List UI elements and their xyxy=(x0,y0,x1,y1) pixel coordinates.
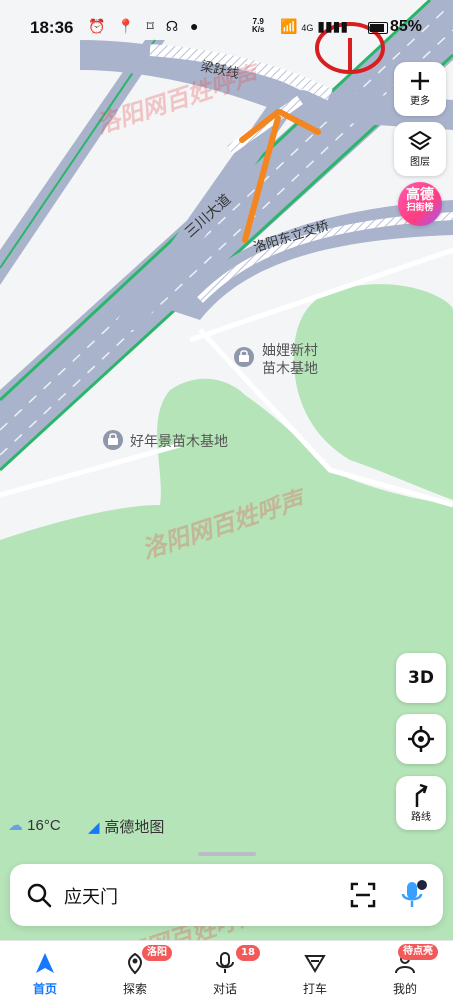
tab-profile[interactable]: 待点亮 我的 xyxy=(360,941,450,1001)
taxi-icon xyxy=(304,955,326,973)
locate-button[interactable] xyxy=(396,714,446,764)
weather-temp: 16°C xyxy=(27,817,61,834)
scan-icon[interactable] xyxy=(350,882,376,908)
search-input[interactable]: 应天门 xyxy=(64,883,118,909)
cloud-icon: ☁ xyxy=(8,817,23,834)
route-arrow-icon xyxy=(415,783,428,807)
svg-text:好年景苗木基地: 好年景苗木基地 xyxy=(130,433,228,450)
status-bar: 18:36 ⏰ 📍 ⌑ ☊ ● 7.9 K/s 📶 4G ▮▮▮▮ 85% xyxy=(0,0,453,56)
3d-toggle-button[interactable]: 3D xyxy=(396,653,446,703)
sheet-drag-handle[interactable] xyxy=(198,852,256,856)
status-notification-icons: ⏰ 📍 ⌑ ☊ ● xyxy=(88,18,203,34)
tab-chat[interactable]: 18 对话 xyxy=(180,941,270,1001)
tab-explore[interactable]: 洛阳 探索 xyxy=(90,941,180,1001)
signal-icon: 📶 4G ▮▮▮▮ xyxy=(280,18,349,34)
locate-icon xyxy=(408,726,434,752)
bottom-tab-bar: 首页 洛阳 探索 18 对话 打车 待点亮 我的 xyxy=(0,940,453,1001)
chat-count-badge: 18 xyxy=(236,945,260,961)
layers-label: 图层 xyxy=(410,157,430,168)
explore-city-badge: 洛阳 xyxy=(142,945,172,961)
svg-text:妯娌新村: 妯娌新村 xyxy=(262,343,318,359)
microphone-icon xyxy=(216,952,234,973)
weather-indicator[interactable]: ☁ 16°C xyxy=(8,816,61,834)
profile-status-badge: 待点亮 xyxy=(398,944,438,960)
route-button[interactable]: 路线 xyxy=(396,776,446,830)
navigation-arrow-icon xyxy=(36,953,54,973)
network-speed: 7.9 K/s xyxy=(252,17,265,34)
layers-icon xyxy=(408,130,432,151)
svg-text:苗木基地: 苗木基地 xyxy=(262,360,318,377)
voice-icon[interactable] xyxy=(398,879,428,911)
brand-name: 高德地图 xyxy=(104,818,165,836)
tab-home[interactable]: 首页 xyxy=(0,941,90,1001)
search-icon xyxy=(27,883,52,908)
tab-taxi[interactable]: 打车 xyxy=(270,941,360,1001)
battery-icon xyxy=(368,22,388,34)
gaode-title: 高德 xyxy=(406,187,434,203)
plus-icon xyxy=(411,72,429,90)
layers-button[interactable]: 图层 xyxy=(394,122,446,176)
gaode-logo-icon: ◢ xyxy=(88,818,100,836)
route-label: 路线 xyxy=(411,812,431,823)
more-button[interactable]: 更多 xyxy=(394,62,446,116)
map-canvas[interactable]: 梁跃线 三川大道 洛阳东立交桥 妯娌新村 苗木基地 好年景苗木基地 xyxy=(0,0,453,1000)
battery-level: 85% xyxy=(390,18,423,35)
gaode-subtitle: 扫街榜 xyxy=(406,203,434,213)
gaode-street-ranking-button[interactable]: 高德 扫街榜 xyxy=(398,182,442,226)
status-time: 18:36 xyxy=(30,18,74,37)
brand-logo: ◢ 高德地图 xyxy=(88,816,164,837)
more-label: 更多 xyxy=(410,96,430,107)
search-bar[interactable]: 应天门 xyxy=(10,864,443,926)
